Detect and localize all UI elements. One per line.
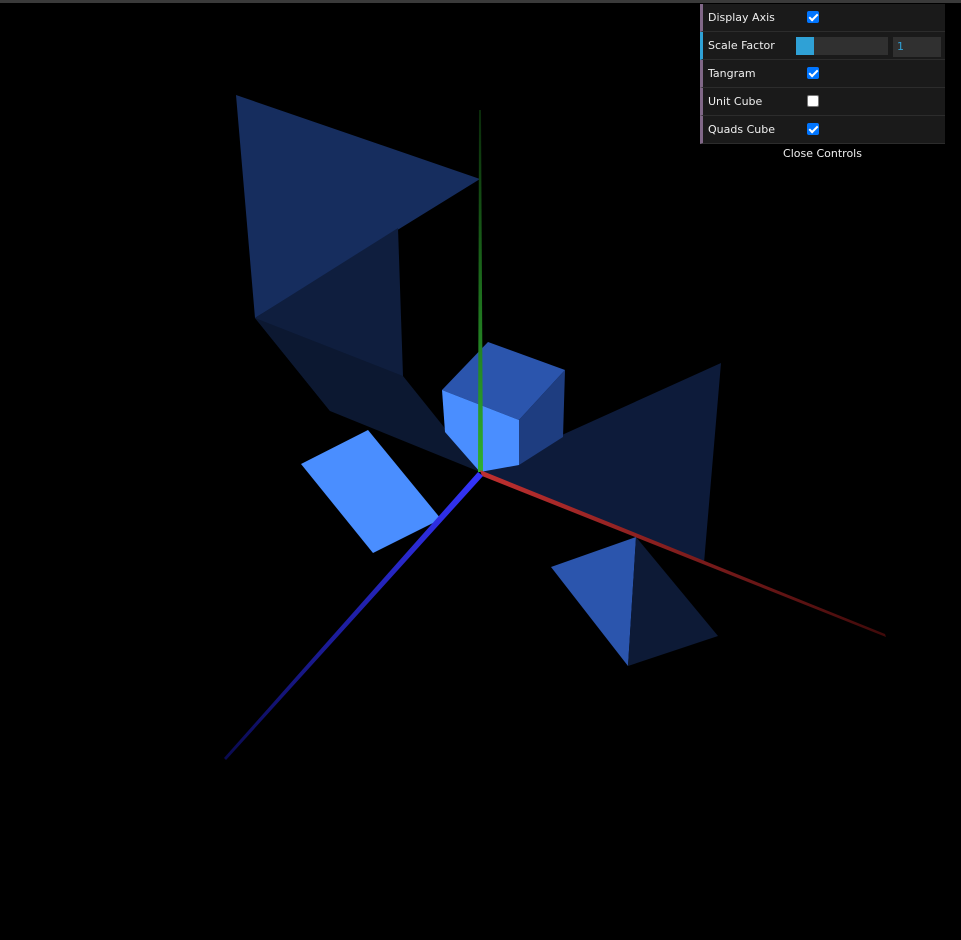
unit-cube-checkbox[interactable]	[807, 95, 819, 107]
tangram-row[interactable]: Tangram	[700, 60, 945, 88]
scale-factor-label: Scale Factor	[708, 39, 775, 52]
tangram-checkbox[interactable]	[807, 67, 819, 79]
pyramid-light-face	[551, 537, 636, 666]
scale-factor-slider-fill	[796, 37, 815, 55]
quads-cube-label: Quads Cube	[708, 123, 775, 136]
controls-panel: Display Axis Scale Factor 1 Tangram Unit…	[700, 4, 945, 164]
unit-cube-label: Unit Cube	[708, 95, 763, 108]
close-controls-button[interactable]: Close Controls	[700, 144, 945, 164]
tangram-square	[301, 430, 441, 553]
y-axis	[478, 110, 483, 472]
quads-cube-row[interactable]: Quads Cube	[700, 116, 945, 144]
unit-cube-row[interactable]: Unit Cube	[700, 88, 945, 116]
display-axis-label: Display Axis	[708, 11, 775, 24]
display-axis-row[interactable]: Display Axis	[700, 4, 945, 32]
tangram-label: Tangram	[708, 67, 756, 80]
scale-factor-slider[interactable]	[796, 37, 888, 55]
scale-factor-row[interactable]: Scale Factor 1	[700, 32, 945, 60]
display-axis-checkbox[interactable]	[807, 11, 819, 23]
scale-factor-input[interactable]: 1	[893, 37, 941, 57]
quads-cube-checkbox[interactable]	[807, 123, 819, 135]
